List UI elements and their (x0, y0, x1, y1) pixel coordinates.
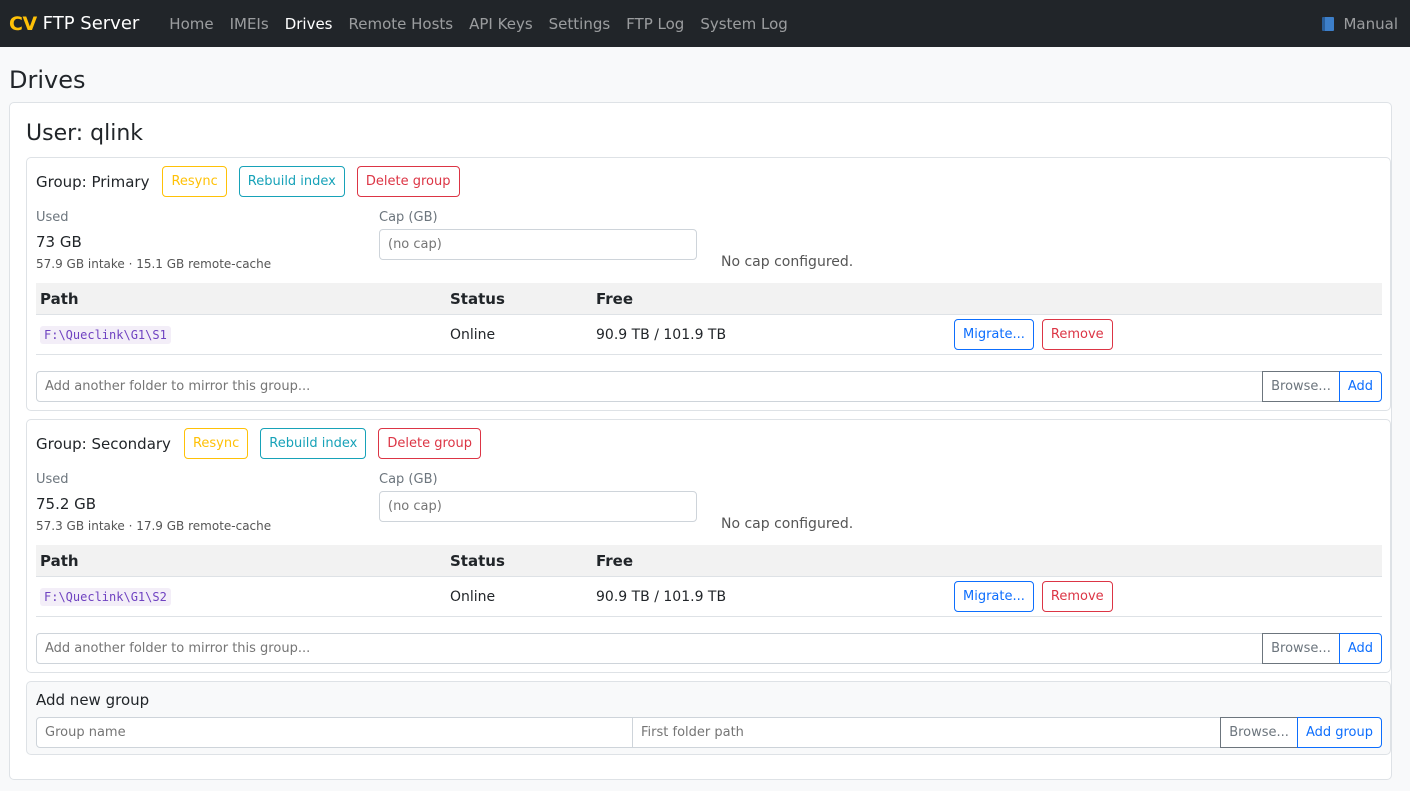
used-detail: 57.9 GB intake · 15.1 GB remote-cache (36, 257, 272, 271)
cap-label: Cap (GB) (379, 210, 438, 225)
row-actions: Migrate... Remove (954, 577, 1125, 616)
top-navbar: CV FTP Server Home IMEIs Drives Remote H… (0, 0, 1410, 47)
header-path: Path (40, 551, 79, 570)
delete-group-button[interactable]: Delete group (378, 428, 481, 459)
rebuild-index-button[interactable]: Rebuild index (238, 166, 345, 197)
used-value: 75.2 GB (36, 495, 97, 513)
browse-button[interactable]: Browse... (1220, 717, 1298, 748)
group-header: Group: Secondary Resync Rebuild index De… (36, 428, 493, 459)
row-actions: Migrate... Remove (954, 315, 1125, 354)
drives-table-header: Path Status Free (36, 545, 1382, 577)
add-new-group-title: Add new group (36, 691, 150, 709)
group-primary: Group: Primary Resync Rebuild index Dele… (26, 157, 1391, 411)
header-status: Status (450, 551, 505, 570)
nav-link-api-keys[interactable]: API Keys (461, 15, 541, 33)
add-folder-button[interactable]: Add (1338, 371, 1382, 402)
header-path: Path (40, 289, 79, 308)
add-group-button[interactable]: Add group (1296, 717, 1382, 748)
drive-free: 90.9 TB / 101.9 TB (596, 588, 727, 605)
add-folder-button[interactable]: Add (1338, 633, 1382, 664)
first-folder-path-input[interactable] (632, 717, 1222, 748)
used-label: Used (36, 210, 69, 225)
remove-button[interactable]: Remove (1041, 319, 1113, 350)
nav-link-system-log[interactable]: System Log (692, 15, 796, 33)
add-folder-row: Browse... Add (36, 371, 1382, 402)
group-title: Group: Primary (36, 172, 150, 191)
add-folder-row: Browse... Add (36, 633, 1382, 664)
add-folder-input[interactable] (36, 371, 1264, 402)
resync-button[interactable]: Resync (162, 166, 227, 197)
table-row: F:\Queclink\G1\S1 Online 90.9 TB / 101.9… (36, 315, 1382, 355)
used-label: Used (36, 472, 69, 487)
cap-label: Cap (GB) (379, 472, 438, 487)
delete-group-button[interactable]: Delete group (356, 166, 460, 197)
nav-link-imeis[interactable]: IMEIs (222, 15, 277, 33)
drive-path: F:\Queclink\G1\S2 (40, 587, 171, 606)
nav-link-settings[interactable]: Settings (541, 15, 619, 33)
drive-path: F:\Queclink\G1\S1 (40, 325, 171, 344)
rebuild-index-button[interactable]: Rebuild index (260, 428, 367, 459)
migrate-button[interactable]: Migrate... (954, 319, 1034, 350)
browse-button[interactable]: Browse... (1262, 371, 1340, 402)
group-name-input[interactable] (36, 717, 633, 748)
browse-button[interactable]: Browse... (1262, 633, 1340, 664)
add-new-group-panel: Add new group Browse... Add group (26, 681, 1391, 755)
cap-input[interactable] (379, 491, 697, 522)
table-row: F:\Queclink\G1\S2 Online 90.9 TB / 101.9… (36, 577, 1382, 617)
group-header: Group: Primary Resync Rebuild index Dele… (36, 166, 472, 197)
remove-button[interactable]: Remove (1041, 581, 1113, 612)
drive-free: 90.9 TB / 101.9 TB (596, 326, 727, 343)
used-detail: 57.3 GB intake · 17.9 GB remote-cache (36, 519, 272, 533)
page-title: Drives (9, 66, 86, 94)
book-icon (1322, 16, 1335, 31)
add-new-group-row: Browse... Add group (36, 717, 1382, 748)
nav-link-remote-hosts[interactable]: Remote Hosts (341, 15, 462, 33)
user-card: User: qlink Group: Primary Resync Rebuil… (9, 102, 1392, 780)
cap-note: No cap configured. (721, 516, 854, 532)
brand-name: FTP Server (42, 13, 140, 34)
brand[interactable]: CV FTP Server (9, 13, 139, 35)
nav-link-home[interactable]: Home (161, 15, 221, 33)
brand-logo: CV (9, 12, 37, 35)
group-secondary: Group: Secondary Resync Rebuild index De… (26, 419, 1391, 673)
drive-status: Online (450, 326, 496, 343)
manual-link[interactable]: Manual (1322, 15, 1398, 33)
add-folder-input[interactable] (36, 633, 1264, 664)
group-title: Group: Secondary (36, 434, 171, 453)
nav-links: Home IMEIs Drives Remote Hosts API Keys … (161, 15, 1322, 33)
used-value: 73 GB (36, 233, 82, 251)
header-status: Status (450, 289, 505, 308)
migrate-button[interactable]: Migrate... (954, 581, 1034, 612)
nav-link-ftp-log[interactable]: FTP Log (618, 15, 692, 33)
cap-input[interactable] (379, 229, 697, 260)
manual-label: Manual (1343, 14, 1398, 33)
header-free: Free (596, 551, 634, 570)
drive-status: Online (450, 588, 496, 605)
resync-button[interactable]: Resync (183, 428, 249, 459)
user-title: User: qlink (26, 121, 144, 146)
drives-table-header: Path Status Free (36, 283, 1382, 315)
nav-link-drives[interactable]: Drives (277, 15, 341, 33)
header-free: Free (596, 289, 634, 308)
cap-note: No cap configured. (721, 254, 854, 270)
